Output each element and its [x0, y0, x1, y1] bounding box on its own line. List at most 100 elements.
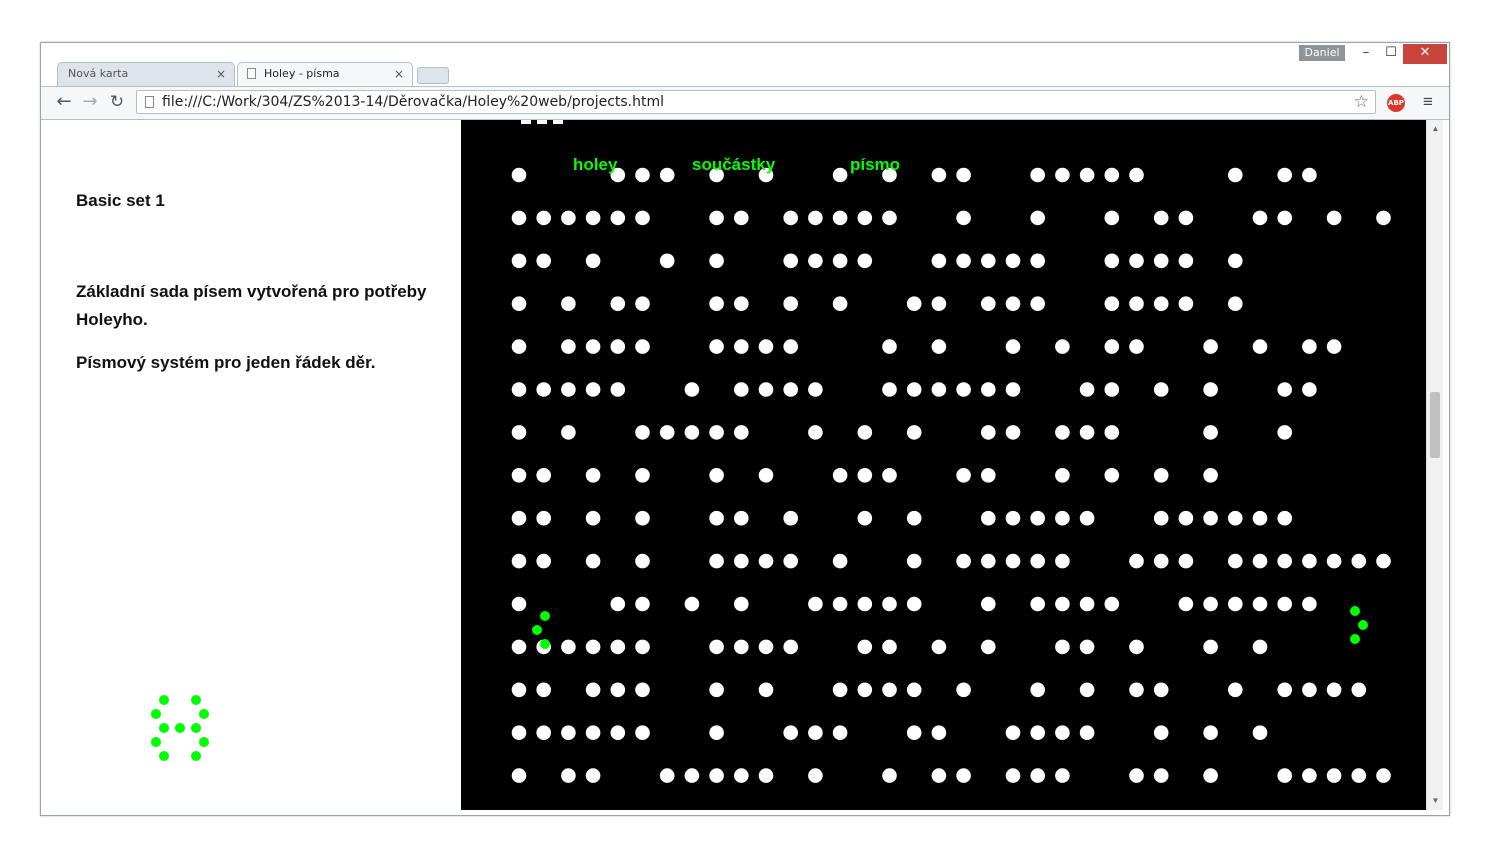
hole-dot	[1129, 253, 1144, 269]
hole-dot	[1055, 425, 1070, 440]
hole-dot	[1055, 768, 1070, 783]
bookmark-star-icon[interactable]: ☆	[1354, 91, 1369, 113]
menu-icon[interactable]: ≡	[1419, 91, 1437, 113]
holey-logo-icon	[151, 695, 209, 761]
hole-dot	[709, 253, 724, 269]
hole-dot	[1252, 339, 1268, 354]
hole-dot	[808, 253, 823, 269]
hole-dot	[635, 725, 650, 740]
hole-dot	[1228, 253, 1243, 269]
hole-dot	[1376, 210, 1391, 226]
hole-dot	[931, 253, 947, 269]
url-text[interactable]: file:///C:/Work/304/ZS%2013-14/Děrovačka…	[162, 91, 664, 113]
hole-dot	[635, 339, 650, 354]
hole-dot	[1178, 553, 1194, 569]
hole-dot	[1104, 167, 1120, 183]
vertical-scrollbar[interactable]: ▲ ▼	[1426, 120, 1443, 810]
hole-dot	[536, 210, 551, 226]
hole-dot	[1203, 596, 1218, 612]
hole-dot	[758, 339, 774, 354]
hole-dot	[536, 682, 551, 698]
hole-dot	[1252, 210, 1268, 226]
user-badge[interactable]: Daniel	[1299, 45, 1345, 61]
hole-dot	[1252, 553, 1268, 569]
nav-link-components[interactable]: součástky	[692, 155, 775, 175]
tab-new-tab[interactable]: Nová karta ×	[57, 62, 235, 86]
hole-dot	[832, 725, 848, 740]
hole-dot	[1129, 639, 1144, 655]
hole-dot	[511, 768, 527, 783]
hole-dot	[882, 596, 897, 612]
browser-toolbar: ← → ↻ file:///C:/Work/304/ZS%2013-14/Děr…	[41, 86, 1449, 120]
reload-icon[interactable]: ↻	[106, 91, 128, 113]
hole-dot	[931, 639, 947, 655]
adblock-icon[interactable]: ABP	[1387, 94, 1405, 112]
hole-dot	[709, 468, 724, 483]
hole-dot	[1203, 468, 1218, 483]
hole-dot	[956, 382, 971, 397]
hole-dot	[635, 210, 650, 226]
hole-dot	[1079, 725, 1095, 740]
hole-dot	[734, 382, 749, 397]
hole-dot	[832, 167, 848, 183]
hole-dot	[1030, 253, 1045, 269]
hole-dot	[882, 339, 897, 354]
hole-dot	[1252, 510, 1268, 526]
close-window-button[interactable]: ✕	[1403, 44, 1447, 64]
hole-dot	[783, 296, 798, 311]
hole-dot	[808, 596, 823, 612]
hole-dot	[610, 596, 626, 612]
nav-link-holey[interactable]: holey	[573, 155, 617, 175]
hole-dot	[1153, 382, 1169, 397]
hole-dot	[1277, 510, 1292, 526]
hole-dot	[1153, 725, 1169, 740]
hole-dot	[931, 768, 947, 783]
nav-link-fonts[interactable]: písmo	[850, 155, 900, 175]
hole-dot	[536, 382, 551, 397]
hole-dot	[635, 468, 650, 483]
hole-dot	[1252, 725, 1268, 740]
hole-dot	[956, 682, 971, 698]
hole-dot	[758, 382, 774, 397]
tab-holey-fonts[interactable]: Holey - písma ×	[237, 62, 413, 86]
hole-dot	[956, 210, 971, 226]
hole-dot	[783, 725, 798, 740]
hole-dot	[1129, 296, 1144, 311]
hole-grid	[511, 120, 1391, 783]
hole-dot	[1055, 510, 1070, 526]
hole-dot	[709, 768, 724, 783]
hole-dot	[808, 425, 823, 440]
hole-dot	[832, 682, 848, 698]
hole-dot	[783, 210, 798, 226]
back-arrow-icon[interactable]: ←	[53, 91, 75, 113]
hole-dot	[981, 296, 996, 311]
tab-close-icon[interactable]: ×	[394, 63, 404, 85]
hole-dot	[758, 768, 774, 783]
hole-dot	[1079, 167, 1095, 183]
hole-dot	[882, 768, 897, 783]
tab-close-icon[interactable]: ×	[216, 63, 226, 85]
hole-dot	[684, 596, 700, 612]
hole-dot	[882, 210, 897, 226]
hole-dot	[906, 425, 922, 440]
forward-arrow-icon[interactable]: →	[79, 91, 101, 113]
hole-dot	[709, 425, 724, 440]
hole-dot	[832, 210, 848, 226]
hole-dot	[1351, 768, 1367, 783]
page-viewport: Basic set 1 Základní sada písem vytvořen…	[47, 120, 1443, 810]
hole-dot	[734, 553, 749, 569]
hole-dot	[1030, 768, 1045, 783]
hole-dot	[1055, 725, 1070, 740]
hole-dot	[709, 296, 724, 311]
right-arrow-icon[interactable]	[1350, 606, 1368, 644]
new-tab-button[interactable]	[417, 67, 449, 84]
scroll-down-icon[interactable]: ▼	[1427, 794, 1443, 808]
address-bar[interactable]: file:///C:/Work/304/ZS%2013-14/Děrovačka…	[136, 90, 1376, 114]
hole-dot	[1203, 382, 1218, 397]
scroll-up-icon[interactable]: ▲	[1427, 122, 1443, 136]
page-icon	[247, 68, 256, 79]
hole-dot	[585, 639, 601, 655]
hole-dot	[635, 510, 650, 526]
left-arrow-icon[interactable]	[532, 611, 550, 649]
scroll-thumb[interactable]	[1430, 392, 1440, 458]
